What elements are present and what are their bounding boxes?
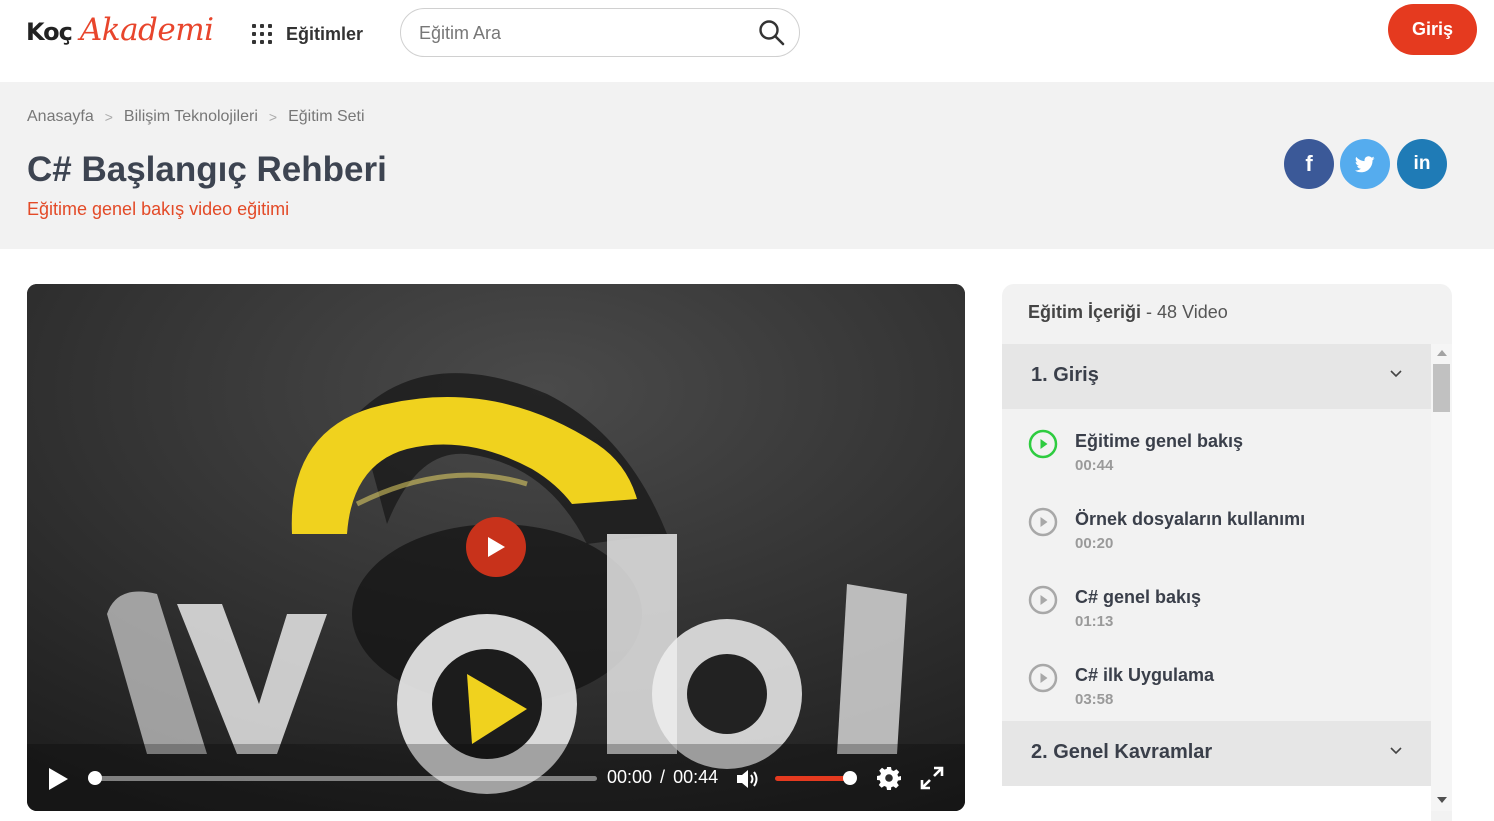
progress-bar[interactable]	[88, 771, 597, 785]
logo-akademi-text: Akademi	[79, 12, 214, 48]
breadcrumb-separator-icon: >	[104, 109, 113, 125]
current-time: 00:00	[607, 767, 653, 787]
lesson-title: Eğitime genel bakış	[1075, 431, 1244, 451]
twitter-icon	[1355, 155, 1375, 172]
grid-menu-icon	[252, 24, 272, 44]
lesson-item[interactable]: C# genel bakış 01:13	[1002, 565, 1431, 643]
volume-icon[interactable]	[735, 767, 761, 791]
lesson-duration: 03:58	[1075, 691, 1114, 708]
play-circle-active-icon	[1028, 429, 1058, 459]
course-content-header: Eğitim İçeriği - 48 Video	[1028, 302, 1228, 323]
page-subtitle: Eğitime genel bakış video eğitimi	[27, 199, 290, 219]
search-box	[400, 8, 800, 57]
section-header[interactable]: 1. Giriş	[1002, 344, 1431, 409]
scroll-thumb[interactable]	[1433, 364, 1450, 412]
twitter-share-button[interactable]	[1340, 139, 1390, 189]
lesson-list-scrollbar[interactable]	[1431, 344, 1452, 811]
page-title: C# Başlangıç Rehberi	[27, 150, 387, 189]
play-icon	[488, 537, 505, 557]
total-duration: 00:44	[673, 767, 719, 787]
lesson-title: C# genel bakış	[1075, 587, 1202, 607]
time-separator: /	[660, 767, 666, 787]
scroll-up-arrow-icon[interactable]	[1437, 350, 1447, 356]
top-header: Koç Akademi Eğitimler Giriş	[0, 0, 1494, 82]
progress-knob[interactable]	[88, 771, 102, 785]
login-button[interactable]: Giriş	[1388, 4, 1477, 55]
chevron-down-icon	[1390, 747, 1402, 755]
section-title: 1. Giriş	[1031, 364, 1099, 386]
egitimler-menu-button[interactable]: Eğitimler	[252, 20, 363, 48]
play-circle-icon	[1028, 663, 1058, 693]
lesson-item[interactable]: Eğitime genel bakış 00:44	[1002, 409, 1431, 487]
volume-slider[interactable]	[775, 771, 857, 785]
chevron-down-icon	[1390, 370, 1402, 378]
lesson-duration: 01:13	[1075, 613, 1114, 630]
fullscreen-icon[interactable]	[920, 766, 944, 790]
control-play-icon[interactable]	[47, 767, 69, 791]
course-content-label: Eğitim İçeriği	[1028, 302, 1142, 322]
settings-gear-icon[interactable]	[877, 766, 901, 790]
lesson-title: C# ilk Uygulama	[1075, 665, 1215, 685]
big-play-button[interactable]	[466, 517, 526, 577]
lesson-list: 1. Giriş Eğitime genel bakış 00:44 Örnek…	[1002, 344, 1431, 821]
play-circle-icon	[1028, 507, 1058, 537]
linkedin-icon: in	[1413, 153, 1431, 174]
video-player[interactable]: 00:00 / 00:44	[27, 284, 965, 811]
lesson-item[interactable]: C# ilk Uygulama 03:58	[1002, 643, 1431, 721]
breadcrumb-separator-icon: >	[268, 109, 278, 125]
section-header[interactable]: 2. Genel Kavramlar	[1002, 721, 1431, 786]
lesson-title: Örnek dosyaların kullanımı	[1075, 509, 1306, 529]
facebook-share-button[interactable]: f	[1284, 139, 1334, 189]
linkedin-share-button[interactable]: in	[1397, 139, 1447, 189]
course-hero: Anasayfa > Bilişim Teknolojileri > Eğiti…	[0, 82, 1494, 249]
search-input[interactable]	[419, 21, 739, 45]
player-controls: 00:00 / 00:44	[27, 747, 965, 811]
breadcrumb-category[interactable]: Bilişim Teknolojileri	[124, 108, 258, 126]
koc-akademi-logo[interactable]: Koç Akademi	[26, 12, 214, 52]
volume-knob[interactable]	[843, 771, 857, 785]
lesson-duration: 00:20	[1075, 535, 1114, 552]
lesson-item[interactable]: Örnek dosyaların kullanımı 00:20	[1002, 487, 1431, 565]
breadcrumb: Anasayfa > Bilişim Teknolojileri > Eğiti…	[27, 108, 365, 126]
time-display: 00:00 / 00:44	[607, 767, 718, 788]
course-video-count: - 48 Video	[1146, 302, 1228, 322]
facebook-icon: f	[1305, 151, 1313, 176]
search-icon[interactable]	[758, 19, 785, 46]
section-title: 2. Genel Kavramlar	[1031, 741, 1213, 763]
egitimler-label: Eğitimler	[286, 23, 364, 44]
course-content-panel: Eğitim İçeriği - 48 Video 1. Giriş Eğiti…	[1002, 284, 1452, 821]
scroll-down-arrow-icon[interactable]	[1437, 797, 1447, 803]
logo-koc-text: Koç	[26, 18, 73, 46]
play-circle-icon	[1028, 585, 1058, 615]
breadcrumb-current[interactable]: Eğitim Seti	[288, 108, 364, 126]
lesson-duration: 00:44	[1075, 457, 1114, 474]
breadcrumb-home[interactable]: Anasayfa	[27, 108, 94, 126]
